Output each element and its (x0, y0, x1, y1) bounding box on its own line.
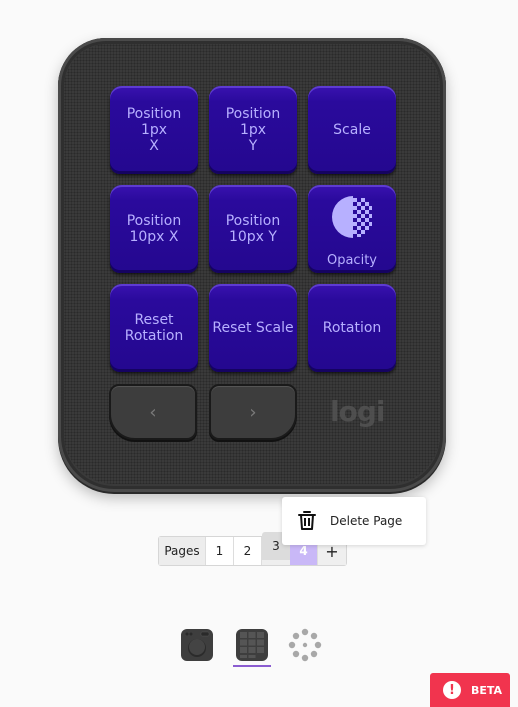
device-tabs (0, 628, 518, 668)
tab-loading-device[interactable] (288, 628, 324, 664)
page-button-1[interactable]: 1 (206, 537, 234, 565)
key-label: Reset Scale (212, 320, 294, 336)
trash-icon (298, 511, 316, 530)
dialpad-device-icon (181, 629, 213, 661)
beta-feedback-button[interactable]: ! BETA (430, 673, 510, 707)
key-label: Position 1px X (126, 106, 182, 154)
key-label: Position 10px Y (225, 213, 281, 245)
key-label: Scale (333, 122, 371, 138)
alert-icon: ! (443, 681, 461, 699)
key-label: Rotation (322, 320, 382, 336)
key-position-1px-x[interactable]: Position 1px X (110, 86, 198, 174)
key-reset-scale[interactable]: Reset Scale (209, 284, 297, 372)
key-label: Opacity (326, 253, 377, 268)
selected-tab-indicator (233, 665, 271, 667)
tab-keypad[interactable] (235, 628, 271, 664)
key-position-1px-y[interactable]: Position 1px Y (209, 86, 297, 174)
key-label: Reset Rotation (124, 312, 184, 344)
key-label: Position 10px X (126, 213, 182, 245)
chevron-right-icon: › (249, 401, 257, 423)
keypad-device-icon (236, 629, 268, 661)
chevron-left-icon: ‹ (149, 401, 157, 423)
spinner-icon (288, 628, 322, 662)
mx-creative-keypad-device: Position 1px X Position 1px Y Scale Posi… (58, 38, 446, 492)
previous-page-key[interactable]: ‹ (109, 384, 197, 440)
logi-logo: logi (330, 395, 385, 428)
delete-page-label: Delete Page (330, 514, 403, 528)
key-label: Position 1px Y (225, 106, 281, 154)
delete-page-menu-item[interactable]: Delete Page (282, 497, 426, 545)
key-scale[interactable]: Scale (308, 86, 396, 174)
pages-label: Pages (159, 537, 206, 565)
key-opacity[interactable]: Opacity (308, 185, 396, 273)
key-reset-rotation[interactable]: Reset Rotation (110, 284, 198, 372)
opacity-icon (332, 196, 372, 238)
tab-dialpad[interactable] (180, 628, 216, 664)
key-position-10px-y[interactable]: Position 10px Y (209, 185, 297, 273)
page-button-2[interactable]: 2 (234, 537, 262, 565)
key-rotation[interactable]: Rotation (308, 284, 396, 372)
beta-label: BETA (471, 683, 503, 697)
next-page-key[interactable]: › (209, 384, 297, 440)
key-position-10px-x[interactable]: Position 10px X (110, 185, 198, 273)
